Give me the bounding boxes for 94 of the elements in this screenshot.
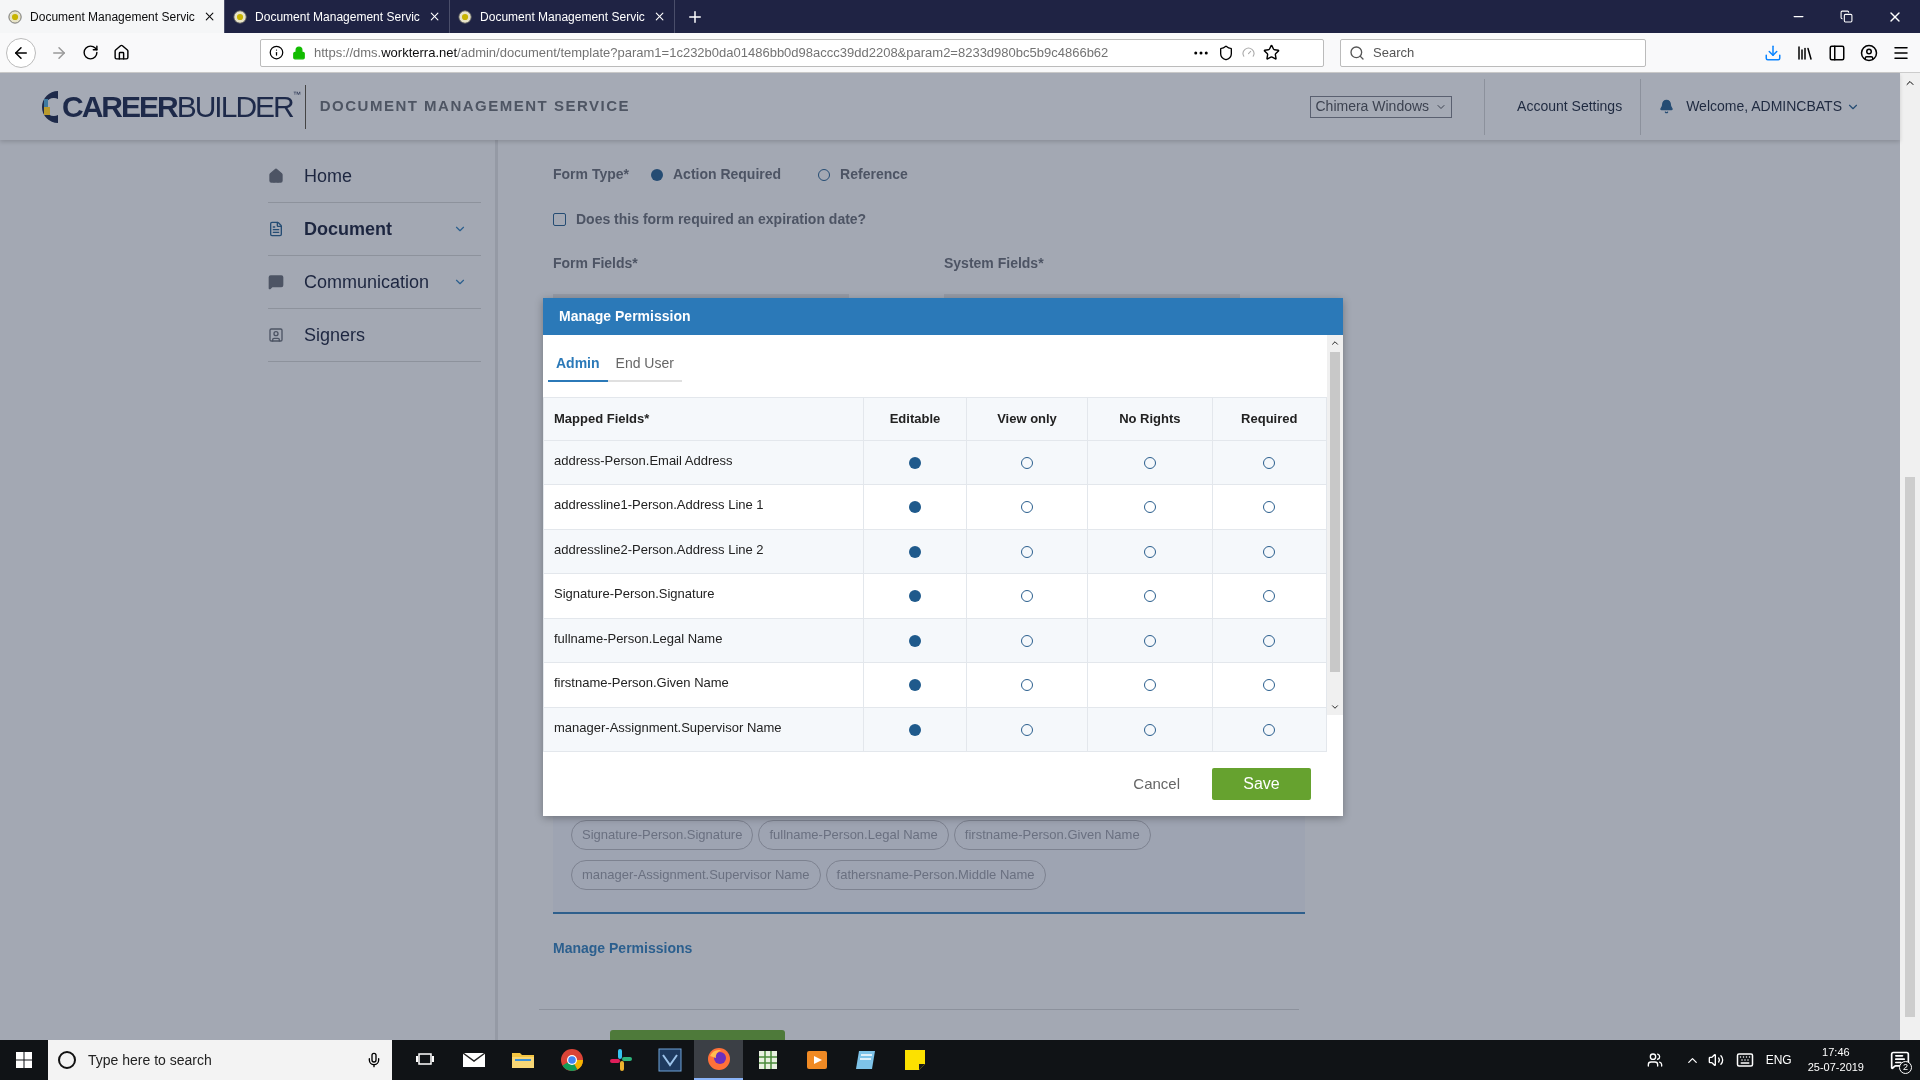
lock-icon [292,45,306,60]
notification-icon [1890,1050,1910,1070]
company-select[interactable]: Chimera Windows [1310,95,1453,118]
table-cell: manager-Assignment.Supervisor Name [543,707,864,752]
language-indicator[interactable]: ENG [1765,1051,1792,1069]
search-icon [1349,44,1365,61]
table-cell: addressline1-Person.Address Line 1 [543,484,864,529]
notifications-button[interactable]: 2 [1880,1040,1920,1080]
table-cell: firstname-Person.Given Name [543,662,864,707]
scroll-up-icon[interactable] [1330,338,1340,348]
reload-icon[interactable] [82,44,99,61]
dialog-tab[interactable]: End User [607,353,682,382]
service-title: DOCUMENT MANAGEMENT SERVICE [319,96,630,117]
code-editor-icon[interactable] [657,1048,682,1072]
dialog-tab[interactable]: Admin [548,353,608,382]
column-header: Required [1212,397,1327,440]
search-field[interactable]: Search [1373,40,1637,65]
page-scrollbar[interactable] [1900,73,1920,1040]
sidebar-item[interactable]: Signers [268,309,481,362]
radio-label: Action Required [673,165,782,185]
site-favicon-icon [8,8,23,25]
windows-logo-icon [16,1052,32,1068]
cancel-button[interactable]: Cancel [1125,768,1188,800]
sticky-note-icon[interactable] [902,1048,927,1072]
scroll-down-icon[interactable] [1330,702,1340,712]
sidebar-item[interactable]: Document [268,203,481,256]
taskbar-search-box[interactable]: Type here to search [48,1040,392,1080]
column-header: Mapped Fields* [543,397,864,440]
careerbuilder-logo[interactable]: CAREERBUILDER™ [40,84,306,129]
chat-icon [268,274,284,290]
radio-button[interactable] [908,501,921,513]
radio-button[interactable] [908,590,921,602]
account-settings-link[interactable]: Account Settings [1517,96,1623,117]
radio-button[interactable] [651,168,663,181]
radio-button[interactable] [908,679,921,691]
bell-icon[interactable] [1659,99,1675,114]
sidebar-item[interactable]: Home [268,150,481,203]
radio-button[interactable] [908,545,921,558]
keyboard-icon[interactable] [1735,1051,1754,1069]
taskbar-search-field[interactable]: Type here to search [88,1045,354,1075]
url-text: https://dms.workterra.net/admin/document/template?param1=1c232b0da01486bb0d98accc39dd2208&param2=8233d980bc5b9c4866b62 [314,43,1110,62]
radio-button[interactable] [908,456,921,469]
volume-icon[interactable] [1707,1052,1724,1068]
notebook-icon[interactable] [853,1048,878,1072]
column-header: Editable [863,397,967,440]
checkbox[interactable] [553,212,566,226]
back-button[interactable] [6,37,36,68]
user-menu[interactable]: Welcome, ADMINCBATS [1686,96,1860,117]
dialog-title: Manage Permission [559,307,691,326]
bookmark-star-icon[interactable] [1263,44,1280,61]
radio-label: Reference [840,165,908,185]
home-icon[interactable] [113,44,130,61]
document-icon [268,221,284,237]
system-fields-label: System Fields* [944,254,1044,274]
checkbox-label: Does this form required an expiration date? [576,209,867,229]
table-cell: fullname-Person.Legal Name [543,618,864,663]
download-icon[interactable] [1764,43,1782,62]
form-type-label: Form Type* [553,165,629,185]
table-cell: addressline2-Person.Address Line 2 [543,529,864,574]
tab-title: Document Management Servic [255,8,420,26]
search-box[interactable]: Search [1340,38,1646,67]
address-bar[interactable]: https://dms.workterra.net/admin/document/template?param1=1c232b0da01486bb0d98accc39dd2208&param2=8233d980bc5b9c4866b62 [260,38,1324,67]
pinwheel-icon[interactable] [608,1048,633,1072]
column-header: View only [966,397,1088,440]
home-icon [268,168,284,184]
person-card-icon [268,327,284,343]
tab-title: Document Management Servic [30,8,195,26]
table-cell: address-Person.Email Address [543,440,864,485]
media-player-icon[interactable] [804,1048,829,1072]
radio-button[interactable] [908,634,921,647]
account-icon[interactable] [1860,43,1878,62]
save-button[interactable]: Save [1212,768,1311,800]
info-icon[interactable] [269,45,284,60]
task-view-icon[interactable] [415,1052,434,1068]
table-cell: Signature-Person.Signature [543,573,864,618]
pocket-icon[interactable] [1218,44,1234,61]
gauge-icon [1242,46,1255,59]
sidebar-item[interactable]: Communication [268,256,481,309]
microphone-icon[interactable] [366,1052,382,1068]
people-icon[interactable] [1646,1052,1663,1068]
library-icon[interactable] [1796,43,1814,62]
chrome-icon[interactable] [559,1048,584,1072]
form-fields-label: Form Fields* [553,254,639,274]
dialog-scrollbar[interactable] [1327,335,1343,715]
column-header: No Rights [1087,397,1213,440]
sidebar-icon[interactable] [1828,43,1846,62]
clock[interactable]: 17:46 25-07-2019 [1807,1045,1864,1075]
radio-button[interactable] [908,723,921,736]
restore-icon[interactable] [1840,10,1853,23]
browser-tab[interactable]: Document Management Servic [0,0,225,33]
site-favicon-icon [458,8,473,25]
firefox-icon[interactable] [706,1047,731,1071]
site-favicon-icon [233,8,248,25]
tab-title: Document Management Servic [480,8,645,26]
